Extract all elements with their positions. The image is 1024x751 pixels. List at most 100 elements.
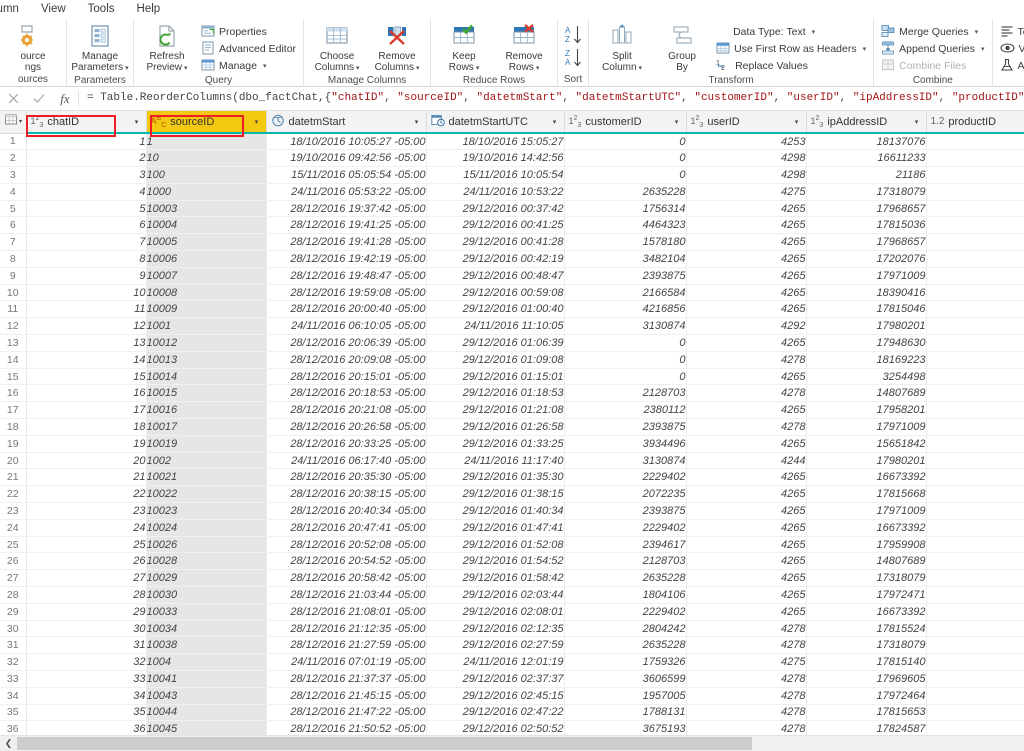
- cell-datetmStart[interactable]: 19/10/2016 09:42:56 -05:00: [266, 149, 427, 168]
- cell-datetmStartUTC[interactable]: 29/12/2016 00:48:47: [426, 267, 565, 285]
- table-row[interactable]: 24 24 10024 28/12/2016 20:47:41 -05:00 29/12…: [0, 519, 1024, 537]
- cell-sourceID[interactable]: 10: [146, 149, 267, 168]
- cell-sourceID[interactable]: 1002: [146, 452, 267, 470]
- cell-datetmStartUTC[interactable]: 29/12/2016 02:45:15: [426, 687, 565, 705]
- cell-ipAddressID[interactable]: 17971009: [806, 502, 927, 520]
- cell-chatID[interactable]: 27: [26, 569, 147, 588]
- cell-datetmStart[interactable]: 28/12/2016 20:15:01 -05:00: [266, 368, 427, 386]
- group-by-button[interactable]: Group By: [653, 22, 711, 73]
- cell-datetmStart[interactable]: 28/12/2016 21:12:35 -05:00: [266, 620, 427, 638]
- cell-productID[interactable]: 30: [926, 720, 1024, 735]
- cell-userID[interactable]: 4265: [686, 233, 807, 252]
- cell-productID[interactable]: 29: [926, 200, 1024, 218]
- cell-chatID[interactable]: 14: [26, 351, 147, 369]
- cell-ipAddressID[interactable]: 18169223: [806, 351, 927, 369]
- cell-sourceID[interactable]: 10007: [146, 267, 267, 285]
- chevron-down-icon[interactable]: ▾: [416, 65, 420, 72]
- cell-customerID[interactable]: 2635228: [564, 569, 687, 588]
- cell-datetmStartUTC[interactable]: 29/12/2016 01:35:30: [426, 468, 565, 487]
- cell-ipAddressID[interactable]: 17968657: [806, 233, 927, 252]
- azure-machine-learning-button[interactable]: Azure Machine Learning: [997, 58, 1024, 74]
- cell-ipAddressID[interactable]: 17959908: [806, 536, 927, 554]
- chevron-down-icon[interactable]: ▾: [981, 45, 985, 53]
- cell-productID[interactable]: 29: [926, 704, 1024, 722]
- cell-datetmStartUTC[interactable]: 29/12/2016 00:41:25: [426, 216, 565, 235]
- column-header-sourceID[interactable]: ABC sourceID ▾: [146, 111, 267, 134]
- cell-chatID[interactable]: 22: [26, 485, 147, 504]
- cell-productID[interactable]: 25: [926, 569, 1024, 588]
- cell-productID[interactable]: 30: [926, 502, 1024, 520]
- cell-chatID[interactable]: 9: [26, 267, 147, 285]
- cell-chatID[interactable]: 21: [26, 468, 147, 487]
- cell-chatID[interactable]: 11: [26, 300, 147, 319]
- table-row[interactable]: 28 28 10030 28/12/2016 21:03:44 -05:00 29/12…: [0, 586, 1024, 604]
- data-type-button[interactable]: Data Type: Text ▾: [713, 24, 869, 40]
- cell-customerID[interactable]: 2393875: [564, 418, 687, 436]
- cell-datetmStartUTC[interactable]: 24/11/2016 11:17:40: [426, 452, 565, 470]
- cell-chatID[interactable]: 36: [26, 720, 147, 735]
- cell-datetmStart[interactable]: 28/12/2016 21:45:15 -05:00: [266, 687, 427, 705]
- cell-userID[interactable]: 4265: [686, 435, 807, 453]
- cell-datetmStartUTC[interactable]: 29/12/2016 02:03:44: [426, 586, 565, 604]
- cell-customerID[interactable]: 2072235: [564, 485, 687, 504]
- choose-columns-button[interactable]: Choose Columns ▾: [308, 22, 366, 74]
- cell-sourceID[interactable]: 1001: [146, 317, 267, 336]
- cell-customerID[interactable]: 0: [564, 334, 687, 352]
- cell-chatID[interactable]: 19: [26, 435, 147, 453]
- cell-datetmStart[interactable]: 28/12/2016 19:48:47 -05:00: [266, 267, 427, 285]
- table-row[interactable]: 26 26 10028 28/12/2016 20:54:52 -05:00 29/12…: [0, 552, 1024, 571]
- cell-datetmStartUTC[interactable]: 29/12/2016 00:41:28: [426, 233, 565, 252]
- cell-productID[interactable]: 32: [926, 284, 1024, 302]
- chevron-down-icon[interactable]: ▾: [639, 65, 643, 72]
- cell-ipAddressID[interactable]: 16673392: [806, 519, 927, 537]
- cell-datetmStartUTC[interactable]: 29/12/2016 01:33:25: [426, 435, 565, 453]
- cell-customerID[interactable]: 3482104: [564, 250, 687, 268]
- cell-userID[interactable]: 4265: [686, 267, 807, 285]
- cell-chatID[interactable]: 28: [26, 586, 147, 604]
- cell-userID[interactable]: 4265: [686, 368, 807, 386]
- cell-productID[interactable]: 29: [926, 351, 1024, 369]
- cell-chatID[interactable]: 3: [26, 166, 147, 184]
- cell-productID[interactable]: 31: [926, 166, 1024, 184]
- column-filter-dropdown-icon[interactable]: ▾: [410, 115, 424, 129]
- cell-userID[interactable]: 4265: [686, 334, 807, 352]
- cell-chatID[interactable]: 1: [26, 133, 147, 151]
- cell-sourceID[interactable]: 10033: [146, 603, 267, 621]
- cell-sourceID[interactable]: 10023: [146, 502, 267, 520]
- cell-datetmStart[interactable]: 28/12/2016 20:52:08 -05:00: [266, 536, 427, 554]
- cell-userID[interactable]: 4278: [686, 620, 807, 638]
- cell-ipAddressID[interactable]: 17815668: [806, 485, 927, 504]
- cell-datetmStartUTC[interactable]: 29/12/2016 02:12:35: [426, 620, 565, 638]
- cell-datetmStart[interactable]: 15/11/2016 05:05:54 -05:00: [266, 166, 427, 184]
- cell-sourceID[interactable]: 10006: [146, 250, 267, 268]
- cell-ipAddressID[interactable]: 17972464: [806, 687, 927, 705]
- cell-customerID[interactable]: 2394617: [564, 536, 687, 554]
- cell-datetmStart[interactable]: 24/11/2016 07:01:19 -05:00: [266, 653, 427, 671]
- cell-chatID[interactable]: 2: [26, 149, 147, 168]
- table-row[interactable]: 25 25 10026 28/12/2016 20:52:08 -05:00 29/12…: [0, 536, 1024, 554]
- cell-customerID[interactable]: 1756314: [564, 200, 687, 218]
- cell-datetmStart[interactable]: 28/12/2016 20:47:41 -05:00: [266, 519, 427, 537]
- cell-datetmStart[interactable]: 24/11/2016 05:53:22 -05:00: [266, 183, 427, 201]
- cell-sourceID[interactable]: 10014: [146, 368, 267, 386]
- cell-sourceID[interactable]: 100: [146, 166, 267, 184]
- cell-customerID[interactable]: 2229402: [564, 603, 687, 621]
- chevron-down-icon[interactable]: ▾: [184, 65, 188, 72]
- cell-productID[interactable]: 30: [926, 452, 1024, 470]
- cell-chatID[interactable]: 10: [26, 284, 147, 302]
- cell-ipAddressID[interactable]: 18137076: [806, 133, 927, 151]
- chevron-down-icon[interactable]: ▾: [536, 65, 540, 72]
- cell-customerID[interactable]: 3934496: [564, 435, 687, 453]
- cell-userID[interactable]: 4265: [686, 468, 807, 487]
- cell-chatID[interactable]: 6: [26, 216, 147, 235]
- cell-customerID[interactable]: 2393875: [564, 267, 687, 285]
- column-header-productID[interactable]: 1.2productID▾: [926, 111, 1024, 134]
- cell-chatID[interactable]: 29: [26, 603, 147, 621]
- chevron-down-icon[interactable]: ▾: [356, 65, 360, 72]
- cell-userID[interactable]: 4265: [686, 519, 807, 537]
- manage-button[interactable]: Manage ▾: [198, 58, 299, 74]
- cell-chatID[interactable]: 15: [26, 368, 147, 386]
- cell-customerID[interactable]: 2229402: [564, 519, 687, 537]
- cell-productID[interactable]: 32: [926, 519, 1024, 537]
- cell-productID[interactable]: 32: [926, 620, 1024, 638]
